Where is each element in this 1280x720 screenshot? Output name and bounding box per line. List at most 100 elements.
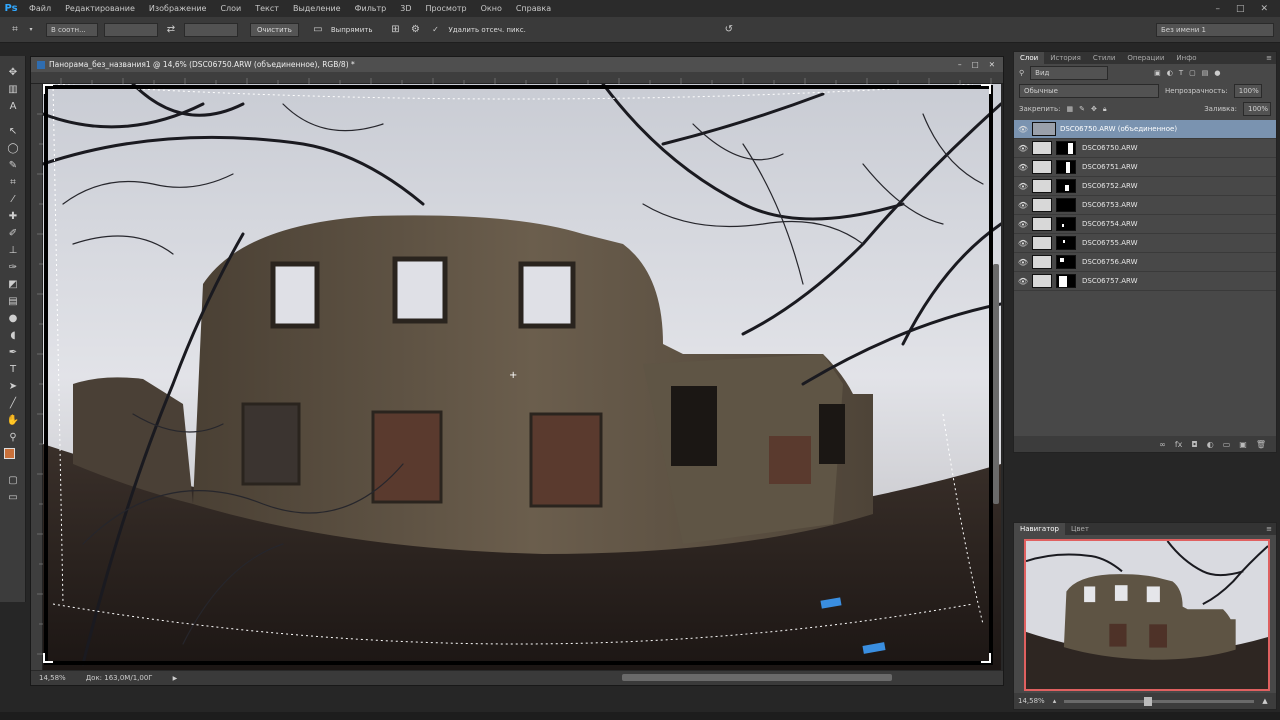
tab-navigator[interactable]: Навигатор [1014, 523, 1065, 535]
layer-mask-thumbnail[interactable] [1056, 160, 1076, 174]
horizontal-scrollbar[interactable] [622, 674, 893, 681]
visibility-eye-icon[interactable]: 👁︎ [1014, 201, 1032, 210]
new-group-icon[interactable]: ▭ [1223, 440, 1231, 449]
menu-window[interactable]: Окно [474, 4, 509, 13]
filter-text-icon[interactable]: T [1179, 69, 1183, 77]
filter-select[interactable]: Вид [1030, 66, 1109, 80]
blur-icon[interactable]: ● [0, 310, 26, 327]
pen-icon[interactable]: ✒ [0, 344, 26, 361]
blend-mode-select[interactable]: Обычные [1019, 84, 1159, 98]
doc-close-button[interactable]: ✕ [989, 60, 995, 69]
zoom-in-icon[interactable]: ▲ [1262, 697, 1267, 705]
gradient-icon[interactable]: ▤ [0, 293, 26, 310]
layer-name[interactable]: DSC06754.ARW [1082, 220, 1138, 228]
lock-brush-icon[interactable]: ✎ [1079, 105, 1085, 113]
vertical-scrollbar[interactable] [993, 264, 999, 504]
straighten-icon[interactable]: ▭ [311, 23, 325, 37]
vertical-ruler[interactable] [31, 84, 43, 670]
minimize-button[interactable]: – [1215, 4, 1220, 14]
doc-minimize-button[interactable]: – [958, 60, 962, 69]
move-icon[interactable]: ✥ [0, 64, 26, 81]
visibility-eye-icon[interactable]: 👁︎ [1014, 163, 1032, 172]
reset-icon[interactable]: ↺ [722, 23, 736, 37]
color-swatches[interactable] [0, 446, 26, 472]
layer-name[interactable]: DSC06757.ARW [1082, 277, 1138, 285]
maximize-button[interactable]: □ [1236, 4, 1245, 14]
workspace-select[interactable]: Без имени 1 [1156, 22, 1274, 37]
fx-icon[interactable]: fx [1175, 440, 1183, 449]
filter-pixel-icon[interactable]: ▣ [1154, 69, 1161, 77]
layer-mask-thumbnail[interactable] [1056, 255, 1076, 269]
layer-thumbnail[interactable] [1032, 274, 1052, 288]
new-layer-icon[interactable]: ▣ [1239, 440, 1247, 449]
brush-icon[interactable]: ✐ [0, 225, 26, 242]
layer-thumbnail[interactable] [1032, 217, 1052, 231]
eyedropper-icon[interactable]: ⁄ [0, 191, 26, 208]
menu-select[interactable]: Выделение [286, 4, 348, 13]
layer-thumbnail[interactable] [1032, 122, 1056, 136]
visibility-eye-icon[interactable]: 👁︎ [1014, 239, 1032, 248]
layer-thumbnail[interactable] [1032, 179, 1052, 193]
path-select-icon[interactable]: ➤ [0, 378, 26, 395]
visibility-eye-icon[interactable]: 👁︎ [1014, 220, 1032, 229]
layer-mask-thumbnail[interactable] [1056, 198, 1076, 212]
menu-filter[interactable]: Фильтр [348, 4, 394, 13]
layer-row[interactable]: 👁︎ DSC06757.ARW [1014, 272, 1276, 291]
tab-color[interactable]: Цвет [1065, 523, 1095, 535]
healing-brush-icon[interactable]: ✚ [0, 208, 26, 225]
canvas[interactable]: + [41, 82, 1003, 670]
line-icon[interactable]: ╱ [0, 395, 26, 412]
dodge-icon[interactable]: ◖ [0, 327, 26, 344]
menu-view[interactable]: Просмотр [419, 4, 474, 13]
filter-shape-icon[interactable]: ▢ [1189, 69, 1196, 77]
text-a-icon[interactable]: A [0, 98, 26, 115]
layer-thumbnail[interactable] [1032, 198, 1052, 212]
layer-name[interactable]: DSC06756.ARW [1082, 258, 1138, 266]
layer-mask-thumbnail[interactable] [1056, 274, 1076, 288]
menu-file[interactable]: Файл [22, 4, 58, 13]
tab-history[interactable]: История [1044, 52, 1087, 64]
chevron-down-icon[interactable]: ▾ [28, 23, 34, 37]
panel-menu-icon[interactable]: ≡ [1266, 54, 1276, 62]
layer-mask-thumbnail[interactable] [1056, 141, 1076, 155]
checkbox-checked-icon[interactable]: ✓ [428, 23, 442, 37]
crop-icon[interactable]: ⌗ [0, 174, 26, 191]
hand-icon[interactable]: ✋ [0, 412, 26, 429]
visibility-eye-icon[interactable]: 👁︎ [1014, 277, 1032, 286]
layer-name[interactable]: DSC06755.ARW [1082, 239, 1138, 247]
layer-name[interactable]: DSC06750.ARW [1082, 144, 1138, 152]
ratio-select[interactable]: В соотн... [46, 22, 98, 37]
navigator-preview[interactable] [1024, 539, 1270, 691]
screen-mode-icon[interactable]: ▭ [0, 489, 26, 506]
layer-mask-thumbnail[interactable] [1056, 236, 1076, 250]
visibility-eye-icon[interactable]: 👁︎ [1014, 182, 1032, 191]
layer-thumbnail[interactable] [1032, 255, 1052, 269]
link-layers-icon[interactable]: ∞ [1159, 440, 1166, 449]
layer-row[interactable]: 👁︎ DSC06753.ARW [1014, 196, 1276, 215]
horizontal-scroll-track[interactable] [197, 671, 897, 685]
swap-icon[interactable]: ⇄ [164, 23, 178, 37]
fill-field[interactable]: 100% [1243, 102, 1271, 116]
zoom-out-icon[interactable]: ▴ [1053, 697, 1057, 705]
navigator-zoom[interactable]: 14,58% [1018, 697, 1045, 705]
layer-name[interactable]: DSC06753.ARW [1082, 201, 1138, 209]
lock-pixels-icon[interactable]: ▦ [1066, 105, 1073, 113]
layer-thumbnail[interactable] [1032, 236, 1052, 250]
layer-row[interactable]: 👁︎ DSC06755.ARW [1014, 234, 1276, 253]
layer-row[interactable]: 👁︎ DSC06750.ARW (объединенное) [1014, 120, 1276, 139]
lasso-icon[interactable]: ↖ [0, 123, 26, 140]
zoom-slider[interactable] [1064, 696, 1255, 706]
eraser-icon[interactable]: ◩ [0, 276, 26, 293]
panel-menu-icon[interactable]: ≡ [1266, 525, 1276, 533]
layer-row[interactable]: 👁︎ DSC06750.ARW [1014, 139, 1276, 158]
filter-adjust-icon[interactable]: ◐ [1167, 69, 1173, 77]
visibility-eye-icon[interactable]: 👁︎ [1014, 258, 1032, 267]
zoom-level[interactable]: 14,58% [39, 674, 66, 682]
tab-info[interactable]: Инфо [1170, 52, 1202, 64]
layer-row[interactable]: 👁︎ DSC06756.ARW [1014, 253, 1276, 272]
play-icon[interactable]: ▶ [173, 675, 178, 682]
clear-button[interactable]: Очистить [250, 22, 299, 37]
menu-text[interactable]: Текст [248, 4, 286, 13]
adjustment-layer-icon[interactable]: ◐ [1207, 440, 1214, 449]
menu-3d[interactable]: 3D [393, 4, 418, 13]
